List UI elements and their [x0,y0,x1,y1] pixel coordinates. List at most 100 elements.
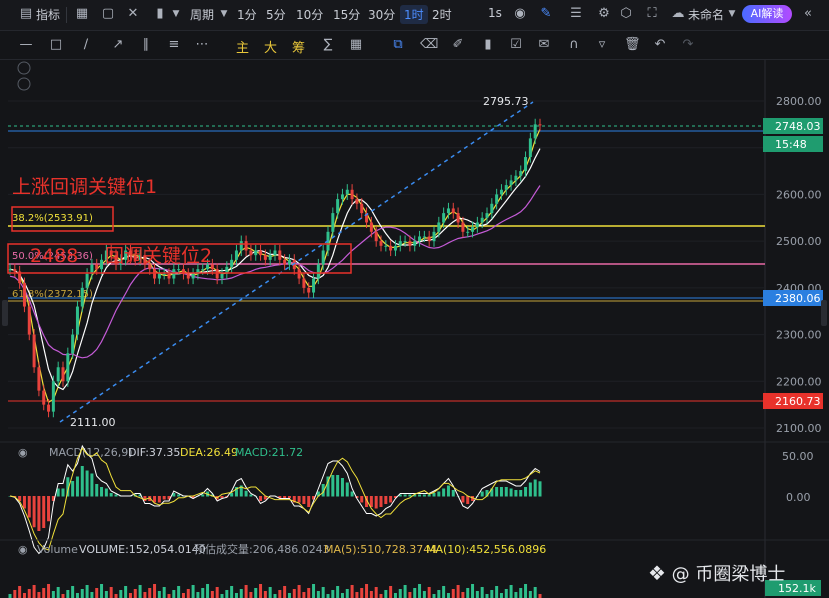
fib-icon[interactable]: ≡ [166,37,182,53]
candle-body [422,236,426,238]
grid-icon[interactable]: ▦ [348,37,364,53]
price-chart[interactable]: 38.2%(2533.91)50.0%(2453.36)61.8%(2372.1… [0,60,829,598]
interval-1m[interactable]: 1分 [237,6,257,23]
copy-icon[interactable]: ⧉ [390,37,406,53]
fib-label-382: 38.2%(2533.91) [12,213,93,224]
interval-30m[interactable]: 30分 [368,6,395,23]
layers-icon[interactable]: ☰ [568,6,584,22]
trash-icon[interactable]: 🗑 [624,37,641,53]
interval-15m[interactable]: 15分 [333,6,360,23]
trend-line-icon[interactable]: ∕ [78,37,94,53]
watermark-text: @ 币圈梁博士 [671,564,786,585]
macd-histogram-bar [345,482,349,497]
volume-bar [528,591,532,598]
parallel-channel-icon[interactable]: ∥ [138,37,154,53]
macd-histogram-bar [466,496,470,504]
volume-bar [408,592,412,598]
interval-5m[interactable]: 5分 [266,6,286,23]
candle-body [8,269,12,271]
candle-body [297,269,301,279]
candle-body [514,175,518,181]
candle-body [61,367,65,382]
chips-button[interactable]: 筹 [292,37,305,56]
volume-legend-name: Volume [37,543,78,556]
chart-area[interactable]: 38.2%(2533.91) 50.0%(2453.36) 61.8%(2372.1… [0,60,829,598]
layout-icon[interactable]: ▢ [100,6,116,22]
collapse-icon[interactable]: « [800,6,816,22]
candle-body [22,283,26,307]
redo-icon[interactable]: ↷ [680,37,696,53]
right-expand-handle[interactable] [821,300,827,326]
period-button[interactable]: 周期 [190,6,214,23]
pen-icon[interactable]: ✎ [538,6,554,22]
calendar-icon[interactable]: ▦ [74,6,90,22]
settings-icon[interactable]: ⚙ [596,6,612,22]
volume-bar [249,592,253,598]
clipboard-icon[interactable]: ☑ [508,37,524,53]
left-expand-handle[interactable] [2,300,8,326]
rectangle-icon[interactable]: □ [48,37,64,53]
candle-body [499,189,503,195]
candle-body [504,185,508,190]
volume-bar [533,587,537,598]
chevron-down-icon[interactable]: ▼ [168,6,184,22]
macd-histogram-bar [104,488,108,497]
candle-body [56,367,60,382]
filter-icon[interactable]: ▿ [594,37,610,53]
chart-icon[interactable]: ▤ [18,6,34,22]
ai-interpret-button[interactable]: AI解读 [742,5,792,23]
candle-body [466,231,470,233]
macd-histogram-bar [100,487,104,497]
candle-body [263,255,267,260]
candle-body [177,269,181,271]
candle-body [32,334,36,368]
candle-body [51,381,55,412]
note-icon[interactable]: ✉ [536,37,552,53]
horizontal-line-icon[interactable]: — [18,37,34,53]
macd-histogram-bar [201,494,205,497]
volume-bar [307,588,311,598]
fullscreen-icon[interactable]: ⛶ [644,6,660,22]
candle-type-icon[interactable]: ▮ [152,6,168,22]
volume-bar [95,588,99,598]
main-force-button[interactable]: 主 [236,37,249,56]
volume-bar [490,590,494,598]
cloud-icon[interactable]: ☁ [670,6,686,22]
layout-name[interactable]: 未命名 [688,6,724,23]
interval-2h[interactable]: 2时 [432,6,452,23]
candle-body [538,124,542,126]
candle-body [268,255,272,260]
brush-icon[interactable]: ✐ [450,37,466,53]
volume-bar [85,585,89,598]
volume-bar [456,585,460,598]
candles-icon[interactable]: ▮ [480,37,496,53]
undo-icon[interactable]: ↶ [652,37,668,53]
eraser-icon[interactable]: ⌫ [420,37,438,53]
candle-body [71,334,75,354]
candle-body [408,241,412,246]
candle-body [220,273,224,279]
magnet-icon[interactable]: ∩ [566,37,582,53]
candle-body [509,180,513,186]
formula-icon[interactable]: ∑ [320,37,336,53]
interval-1h[interactable]: 1时 [400,5,428,24]
ray-icon[interactable]: ↗ [110,37,126,53]
indicators-button[interactable]: 指标 [36,6,60,23]
compare-icon[interactable]: ✕ [125,6,141,22]
interval-1s[interactable]: 1s [488,6,502,20]
candle-body [259,250,263,256]
chevron-down-icon[interactable]: ▼ [724,6,740,22]
candle-body [162,273,166,275]
camera-icon[interactable]: ◉ [512,6,528,22]
macd-histogram-bar [37,496,41,531]
interval-10m[interactable]: 10分 [296,6,323,23]
volume-bar [287,593,291,598]
hexagon-icon[interactable]: ⬡ [618,6,634,22]
candle-body [519,171,523,176]
more-icon[interactable]: ⋯ [194,37,210,53]
chevron-down-icon[interactable]: ▼ [216,6,232,22]
candle-body [456,213,460,223]
large-order-button[interactable]: 大 [264,37,277,56]
macd-histogram-bar [509,488,513,497]
volume-bar [263,591,267,598]
